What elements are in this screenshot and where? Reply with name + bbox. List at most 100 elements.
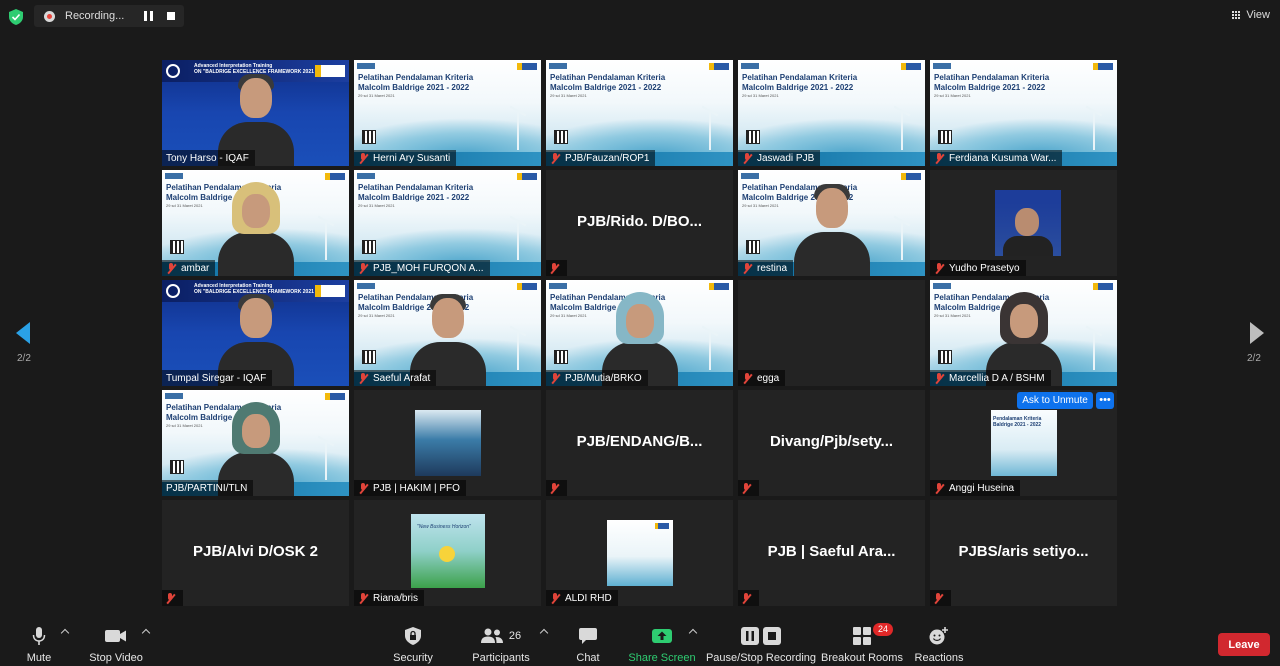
pjb-logo [315, 65, 345, 77]
pjb-logo [517, 173, 537, 180]
participant-tile[interactable]: Pelatihan Pendalaman Kriteria Malcolm Bal… [354, 170, 541, 276]
participant-tile[interactable]: Divang/Pjb/sety... [738, 390, 925, 496]
participant-tile[interactable]: PJB/Rido. D/BO... [546, 170, 733, 276]
participants-options-chevron-icon[interactable] [539, 628, 549, 638]
muted-microphone-icon [934, 152, 944, 164]
slide-title-line2: Malcolm Baldrige 2021 - 2022 [742, 83, 854, 92]
participant-tile[interactable]: Advanced Interpretation Training ON "BALD… [162, 280, 349, 386]
participant-name-label [930, 590, 951, 606]
participant-display-name: PJB/ENDANG/B... [576, 433, 703, 450]
participant-tile[interactable]: Pelatihan Pendalaman Kriteria Malcolm Bal… [354, 280, 541, 386]
leave-button[interactable]: Leave [1218, 633, 1270, 656]
pause-stop-recording-button[interactable]: Pause/Stop Recording [706, 626, 816, 666]
slide-date: 29 sd 31 Maret 2021 [358, 203, 395, 208]
qr-code [170, 460, 184, 474]
mute-button[interactable]: Mute [24, 626, 54, 666]
page-indicator-right: 2/2 [1247, 353, 1261, 364]
breakout-rooms-grid-icon: 24 [853, 623, 893, 646]
muted-microphone-icon [934, 372, 944, 384]
participants-button[interactable]: 26 Participants [472, 626, 530, 666]
slide-title-line2: Malcolm Baldrige 2021 - 2022 [358, 83, 470, 92]
participant-tile[interactable]: Pelatihan Pendalaman Kriteria Malcolm Bal… [354, 60, 541, 166]
reactions-button[interactable]: Reactions [914, 626, 964, 666]
participant-profile-picture: "New Business Horizon" [411, 514, 485, 588]
participant-name-label: ALDI RHD [546, 590, 618, 606]
participant-tile[interactable]: "New Business Horizon" Riana/bris [354, 500, 541, 606]
ask-to-unmute-button[interactable]: Ask to Unmute [1017, 392, 1093, 409]
zoom-meeting-window: Recording... View Advanced Interpretatio… [0, 0, 1280, 666]
chat-button[interactable]: Chat [574, 626, 602, 666]
participant-name-label: Tony Harso - IQAF [162, 150, 255, 166]
participant-name-label [738, 590, 759, 606]
stop-recording-icon[interactable] [167, 12, 175, 20]
participant-profile-picture: Pendalaman Kriteria Baldrige 2021 - 2022 [991, 410, 1057, 476]
qr-code [170, 240, 184, 254]
muted-microphone-icon [742, 372, 752, 384]
participant-tile[interactable]: egga [738, 280, 925, 386]
meeting-toolbar: Mute Stop Video Security 26 Participants [0, 618, 1280, 666]
slide-date: 29 sd 31 Maret 2021 [166, 423, 203, 428]
participant-gallery: Advanced Interpretation Training ON "BALD… [162, 60, 1118, 606]
view-button[interactable]: View [1232, 6, 1270, 24]
participant-tile[interactable]: Advanced Interpretation Training ON "BALD… [162, 60, 349, 166]
participant-name-label: Riana/bris [354, 590, 425, 606]
participant-tile[interactable]: Pelatihan Pendalaman Kriteria Malcolm Bal… [546, 60, 733, 166]
participant-name-label: PJB_MOH FURQON A... [354, 260, 490, 276]
participant-tile[interactable]: PJBS/aris setiyo... [930, 500, 1117, 606]
stop-video-button[interactable]: Stop Video [88, 626, 144, 666]
share-screen-button[interactable]: Share Screen [628, 626, 696, 666]
participant-name-label: Saeful Arafat [354, 370, 437, 386]
muted-microphone-icon [934, 262, 944, 274]
slide-title-line2: Malcolm Baldrige 2021 - 2022 [934, 83, 1046, 92]
page-indicator-left: 2/2 [17, 353, 31, 364]
participant-tile[interactable]: Pelatihan Pendalaman Kriteria Malcolm Bal… [162, 170, 349, 276]
participant-tile[interactable]: PJB/ENDANG/B... [546, 390, 733, 496]
stop-video-label: Stop Video [89, 652, 143, 664]
participant-name-label: PJB/Mutia/BRKO [546, 370, 648, 386]
slide-date: 29 sd 31 Maret 2021 [934, 93, 971, 98]
participant-display-name: PJB | Saeful Ara... [767, 543, 896, 560]
slide-title-line1: Pelatihan Pendalaman Kriteria [934, 73, 1050, 82]
breakout-rooms-button[interactable]: 24 Breakout Rooms [821, 623, 903, 666]
participant-name-label: PJB | HAKIM | PFO [354, 480, 466, 496]
slide-title-line2: Malcolm Baldrige 2021 - 2022 [358, 193, 470, 202]
participant-tile[interactable]: PJB | HAKIM | PFO [354, 390, 541, 496]
wind-turbine-graphic [709, 330, 711, 370]
participant-display-name: PJB/Rido. D/BO... [576, 213, 702, 230]
participant-name-label [738, 480, 759, 496]
pause-stop-recording-icon [741, 626, 781, 646]
pause-recording-icon[interactable] [144, 11, 153, 21]
participant-display-name: PJB/Alvi D/OSK 2 [192, 543, 319, 560]
more-options-button[interactable]: ••• [1096, 392, 1114, 409]
muted-microphone-icon [742, 152, 752, 164]
participant-tile[interactable]: ALDI RHD [546, 500, 733, 606]
brand-logo-left [165, 173, 183, 179]
participant-tile[interactable]: Pelatihan Pendalaman Kriteria Malcolm Bal… [738, 170, 925, 276]
muted-microphone-icon [550, 372, 560, 384]
participant-display-name: PJBS/aris setiyo... [958, 543, 1089, 560]
participant-tile[interactable]: Pelatihan Pendalaman Kriteria Malcolm Bal… [162, 390, 349, 496]
participant-tile[interactable]: PJB/Alvi D/OSK 2 [162, 500, 349, 606]
participant-tile[interactable]: Yudho Prasetyo [930, 170, 1117, 276]
participant-video-person [214, 180, 298, 276]
participant-tile[interactable]: Pelatihan Pendalaman Kriteria Malcolm Bal… [546, 280, 733, 386]
participant-tile[interactable]: PJB | Saeful Ara... [738, 500, 925, 606]
pjb-logo [709, 283, 729, 290]
wind-turbine-graphic [325, 440, 327, 480]
participant-display-name: Divang/Pjb/sety... [769, 433, 894, 450]
pjb-logo [325, 173, 345, 180]
breakout-rooms-badge: 24 [873, 623, 893, 636]
participant-tile[interactable]: Pelatihan Pendalaman Kriteria Malcolm Bal… [930, 280, 1117, 386]
muted-microphone-icon [358, 152, 368, 164]
next-page-arrow-icon[interactable] [1250, 322, 1264, 344]
muted-microphone-icon [742, 262, 752, 274]
shield-icon[interactable] [9, 9, 23, 25]
audio-options-chevron-icon[interactable] [60, 628, 70, 638]
participant-tile[interactable]: Pelatihan Pendalaman Kriteria Malcolm Bal… [930, 60, 1117, 166]
muted-microphone-icon [550, 592, 560, 604]
wind-turbine-graphic [517, 220, 519, 260]
security-button[interactable]: Security [392, 626, 434, 666]
previous-page-arrow-icon[interactable] [16, 322, 30, 344]
muted-microphone-icon [165, 592, 175, 604]
participant-tile[interactable]: Pelatihan Pendalaman Kriteria Malcolm Bal… [738, 60, 925, 166]
